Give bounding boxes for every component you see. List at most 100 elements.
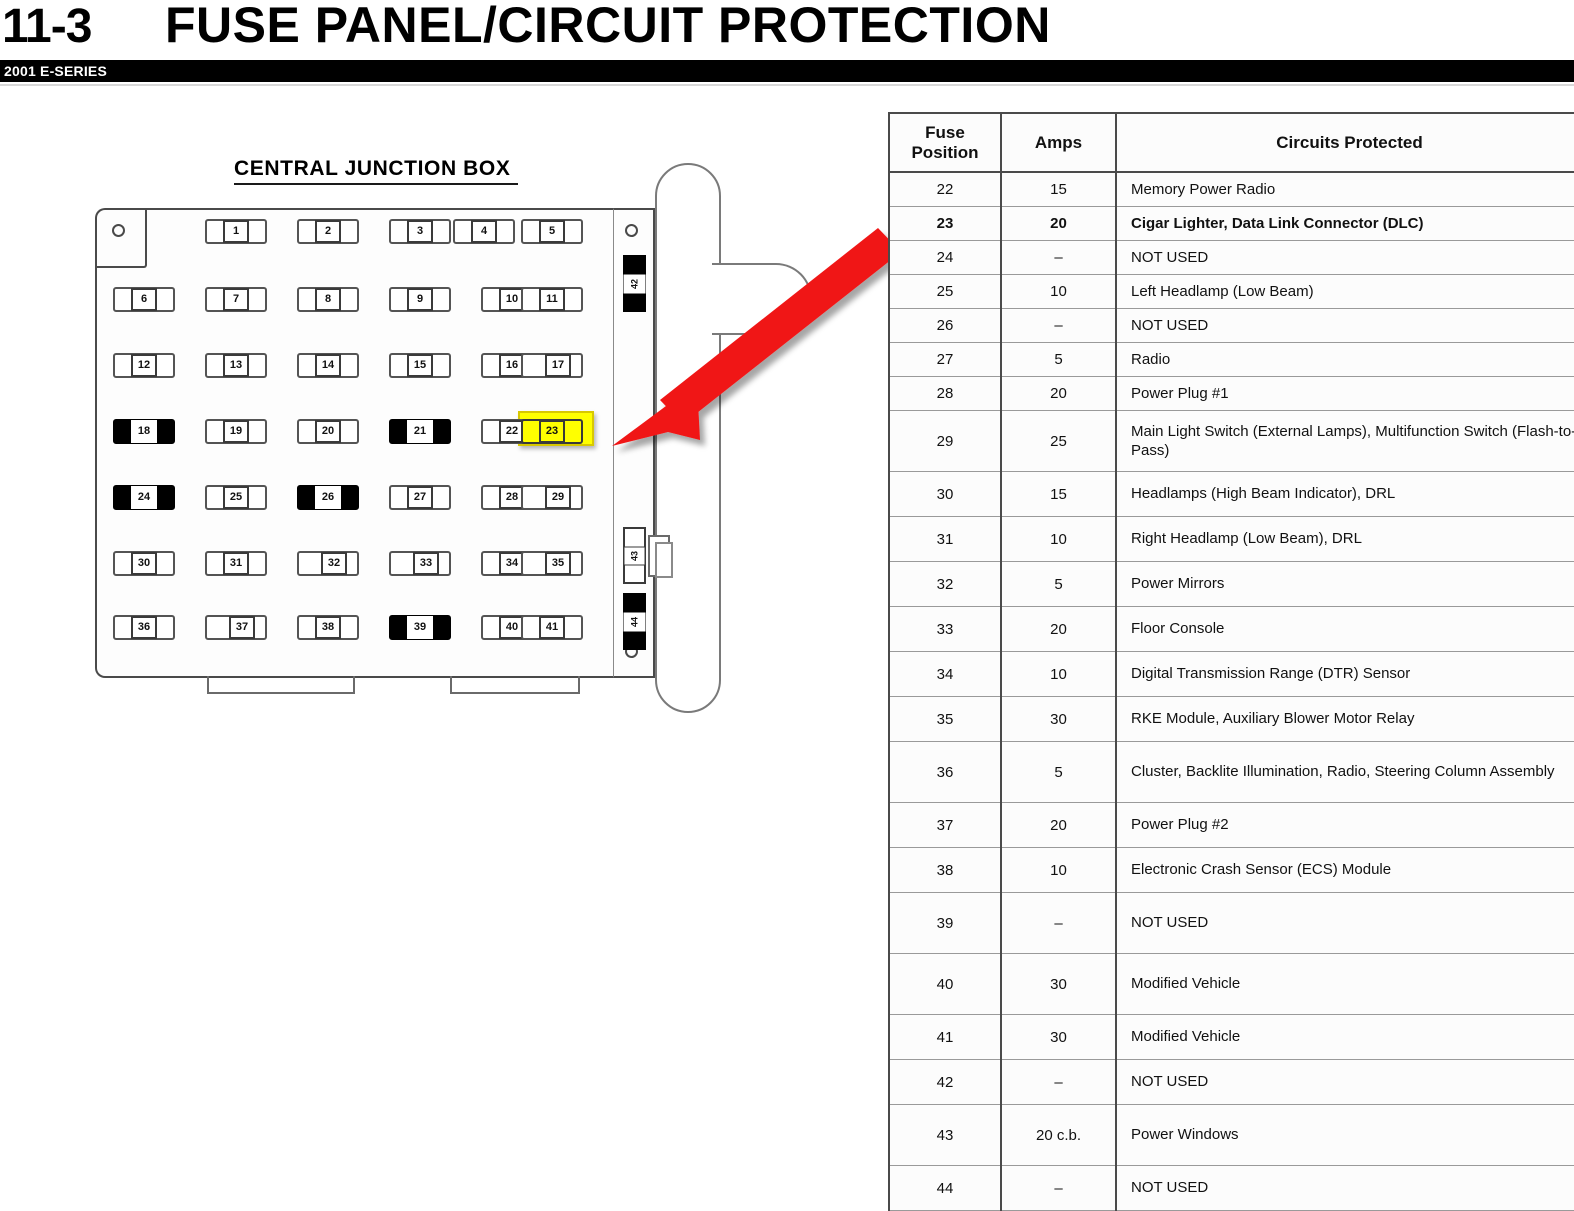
fuse-number-label: 37 <box>229 616 255 639</box>
table-row[interactable]: 28 20 Power Plug #1 <box>888 376 1574 412</box>
fuse-slot-15[interactable]: 15 <box>389 353 451 378</box>
fuse-slot-5[interactable]: 5 <box>521 219 583 244</box>
table-row[interactable]: 38 10 Electronic Crash Sensor (ECS) Module <box>888 847 1574 894</box>
panel-mounting-tab <box>207 676 355 694</box>
table-row[interactable]: 41 30 Modified Vehicle <box>888 1014 1574 1061</box>
fuse-slot-37[interactable]: 37 <box>205 615 267 640</box>
fuse-slot-4[interactable]: 4 <box>453 219 515 244</box>
table-row[interactable]: 22 15 Memory Power Radio <box>888 171 1574 208</box>
screw-hole-icon <box>112 224 125 237</box>
cell-fuse-position: 33 <box>888 606 1002 653</box>
cell-amps: 30 <box>1000 696 1117 743</box>
cell-fuse-position: 29 <box>888 410 1002 473</box>
fuse-number-label: 12 <box>131 354 157 377</box>
fuse-slot-39[interactable]: 39 <box>389 615 451 640</box>
fuse-number-label: 35 <box>545 552 571 575</box>
fuse-slot-41[interactable]: 41 <box>521 615 583 640</box>
table-row[interactable]: 24– NOT USED <box>888 240 1574 276</box>
fuse-slot-32[interactable]: 32 <box>297 551 359 576</box>
table-row[interactable]: 40 30 Modified Vehicle <box>888 953 1574 1016</box>
fuse-slot-36[interactable]: 36 <box>113 615 175 640</box>
table-row[interactable]: 44– NOT USED <box>888 1165 1574 1211</box>
column-header-amps: Amps <box>1000 111 1117 174</box>
cell-circuits-protected: Modified Vehicle <box>1115 1014 1574 1061</box>
table-row[interactable]: 25 10 Left Headlamp (Low Beam) <box>888 274 1574 310</box>
fuse-slot-19[interactable]: 19 <box>205 419 267 444</box>
table-row[interactable]: 43 20 c.b. Power Windows <box>888 1104 1574 1167</box>
cell-amps: – <box>1000 308 1117 344</box>
fuse-number-label: 6 <box>131 288 157 311</box>
table-header-row: Fuse Position Amps Circuits Protected <box>888 111 1574 174</box>
table-row[interactable]: 26– NOT USED <box>888 308 1574 344</box>
fuse-slot-21[interactable]: 21 <box>389 419 451 444</box>
column-header-circuits: Circuits Protected <box>1115 111 1574 174</box>
cell-circuits-protected: Power Plug #1 <box>1115 376 1574 412</box>
fuse-slot-18[interactable]: 18 <box>113 419 175 444</box>
fuse-slot-24[interactable]: 24 <box>113 485 175 510</box>
cell-circuits-protected: NOT USED <box>1115 1059 1574 1106</box>
connector-tab-inner <box>655 542 673 578</box>
cell-circuits-protected: Power Windows <box>1115 1104 1574 1167</box>
table-row[interactable]: 39– NOT USED <box>888 892 1574 955</box>
table-row[interactable]: 33 20 Floor Console <box>888 606 1574 653</box>
fuse-slot-30[interactable]: 30 <box>113 551 175 576</box>
cell-amps: 5 <box>1000 342 1117 378</box>
table-row[interactable]: 27 5 Radio <box>888 342 1574 378</box>
fuse-slot-20[interactable]: 20 <box>297 419 359 444</box>
cell-circuits-protected: Main Light Switch (External Lamps), Mult… <box>1115 410 1574 473</box>
fuse-slot-11[interactable]: 11 <box>521 287 583 312</box>
fuse-slot-2[interactable]: 2 <box>297 219 359 244</box>
fuse-table-container: Fuse Position Amps Circuits Protected 22… <box>888 111 1574 1211</box>
cell-fuse-position: 37 <box>888 802 1002 849</box>
table-row[interactable]: 34 10 Digital Transmission Range (DTR) Sen… <box>888 651 1574 698</box>
cell-fuse-position: 28 <box>888 376 1002 412</box>
cell-circuits-protected: Memory Power Radio <box>1115 171 1574 208</box>
fuse-number-label: 17 <box>545 354 571 377</box>
fuse-slot-13[interactable]: 13 <box>205 353 267 378</box>
fuse-slot-26[interactable]: 26 <box>297 485 359 510</box>
central-junction-box-diagram: CENTRAL JUNCTION BOX 1 2 3 4 5 6 7 8 9 10 11 12 13 14… <box>0 95 860 735</box>
table-row[interactable]: 35 30 RKE Module, Auxiliary Blower Motor R… <box>888 696 1574 743</box>
fuse-slot-1[interactable]: 1 <box>205 219 267 244</box>
fuse-slot-3[interactable]: 3 <box>389 219 451 244</box>
diagram-title-underline <box>234 183 518 185</box>
cell-amps: – <box>1000 1165 1117 1211</box>
fuse-slot-27[interactable]: 27 <box>389 485 451 510</box>
table-row[interactable]: 32 5 Power Mirrors <box>888 561 1574 608</box>
fuse-slot-35[interactable]: 35 <box>521 551 583 576</box>
cell-fuse-position: 23 <box>888 206 1002 242</box>
cell-circuits-protected: Electronic Crash Sensor (ECS) Module <box>1115 847 1574 894</box>
table-row[interactable]: 30 15 Headlamps (High Beam Indicator), DRL <box>888 471 1574 518</box>
connector-nose <box>712 263 812 335</box>
model-bar: 2001 E-SERIES <box>0 60 1574 82</box>
table-row[interactable]: 31 10 Right Headlamp (Low Beam), DRL <box>888 516 1574 563</box>
connector-body <box>655 163 721 713</box>
header-divider <box>0 84 1574 86</box>
vertical-fuse-slot-42[interactable]: 42 <box>623 255 646 312</box>
table-row[interactable]: 29 25 Main Light Switch (External Lamps), … <box>888 410 1574 473</box>
table-row[interactable]: 36 5 Cluster, Backlite Illumination, Radio… <box>888 741 1574 804</box>
table-row[interactable]: 23 20 Cigar Lighter, Data Link Connector (… <box>888 206 1574 242</box>
cell-circuits-protected: Floor Console <box>1115 606 1574 653</box>
fuse-slot-12[interactable]: 12 <box>113 353 175 378</box>
fuse-slot-25[interactable]: 25 <box>205 485 267 510</box>
fuse-slot-38[interactable]: 38 <box>297 615 359 640</box>
table-row[interactable]: 37 20 Power Plug #2 <box>888 802 1574 849</box>
fuse-slot-29[interactable]: 29 <box>521 485 583 510</box>
vertical-fuse-slot-44[interactable]: 44 <box>623 593 646 650</box>
vertical-fuse-slot-43[interactable]: 43 <box>623 527 646 584</box>
fuse-slot-6[interactable]: 6 <box>113 287 175 312</box>
fuse-slot-14[interactable]: 14 <box>297 353 359 378</box>
cell-amps: 10 <box>1000 516 1117 563</box>
fuse-slot-31[interactable]: 31 <box>205 551 267 576</box>
table-row[interactable]: 42– NOT USED <box>888 1059 1574 1106</box>
fuse-slot-7[interactable]: 7 <box>205 287 267 312</box>
fuse-slot-8[interactable]: 8 <box>297 287 359 312</box>
fuse-slot-17[interactable]: 17 <box>521 353 583 378</box>
fuse-number-label: 36 <box>131 616 157 639</box>
fuse-slot-9[interactable]: 9 <box>389 287 451 312</box>
fuse-slot-33[interactable]: 33 <box>389 551 451 576</box>
fuse-slot-23[interactable]: 23 <box>521 419 583 444</box>
cell-amps: 15 <box>1000 471 1117 518</box>
fuse-number-label: 13 <box>223 354 249 377</box>
